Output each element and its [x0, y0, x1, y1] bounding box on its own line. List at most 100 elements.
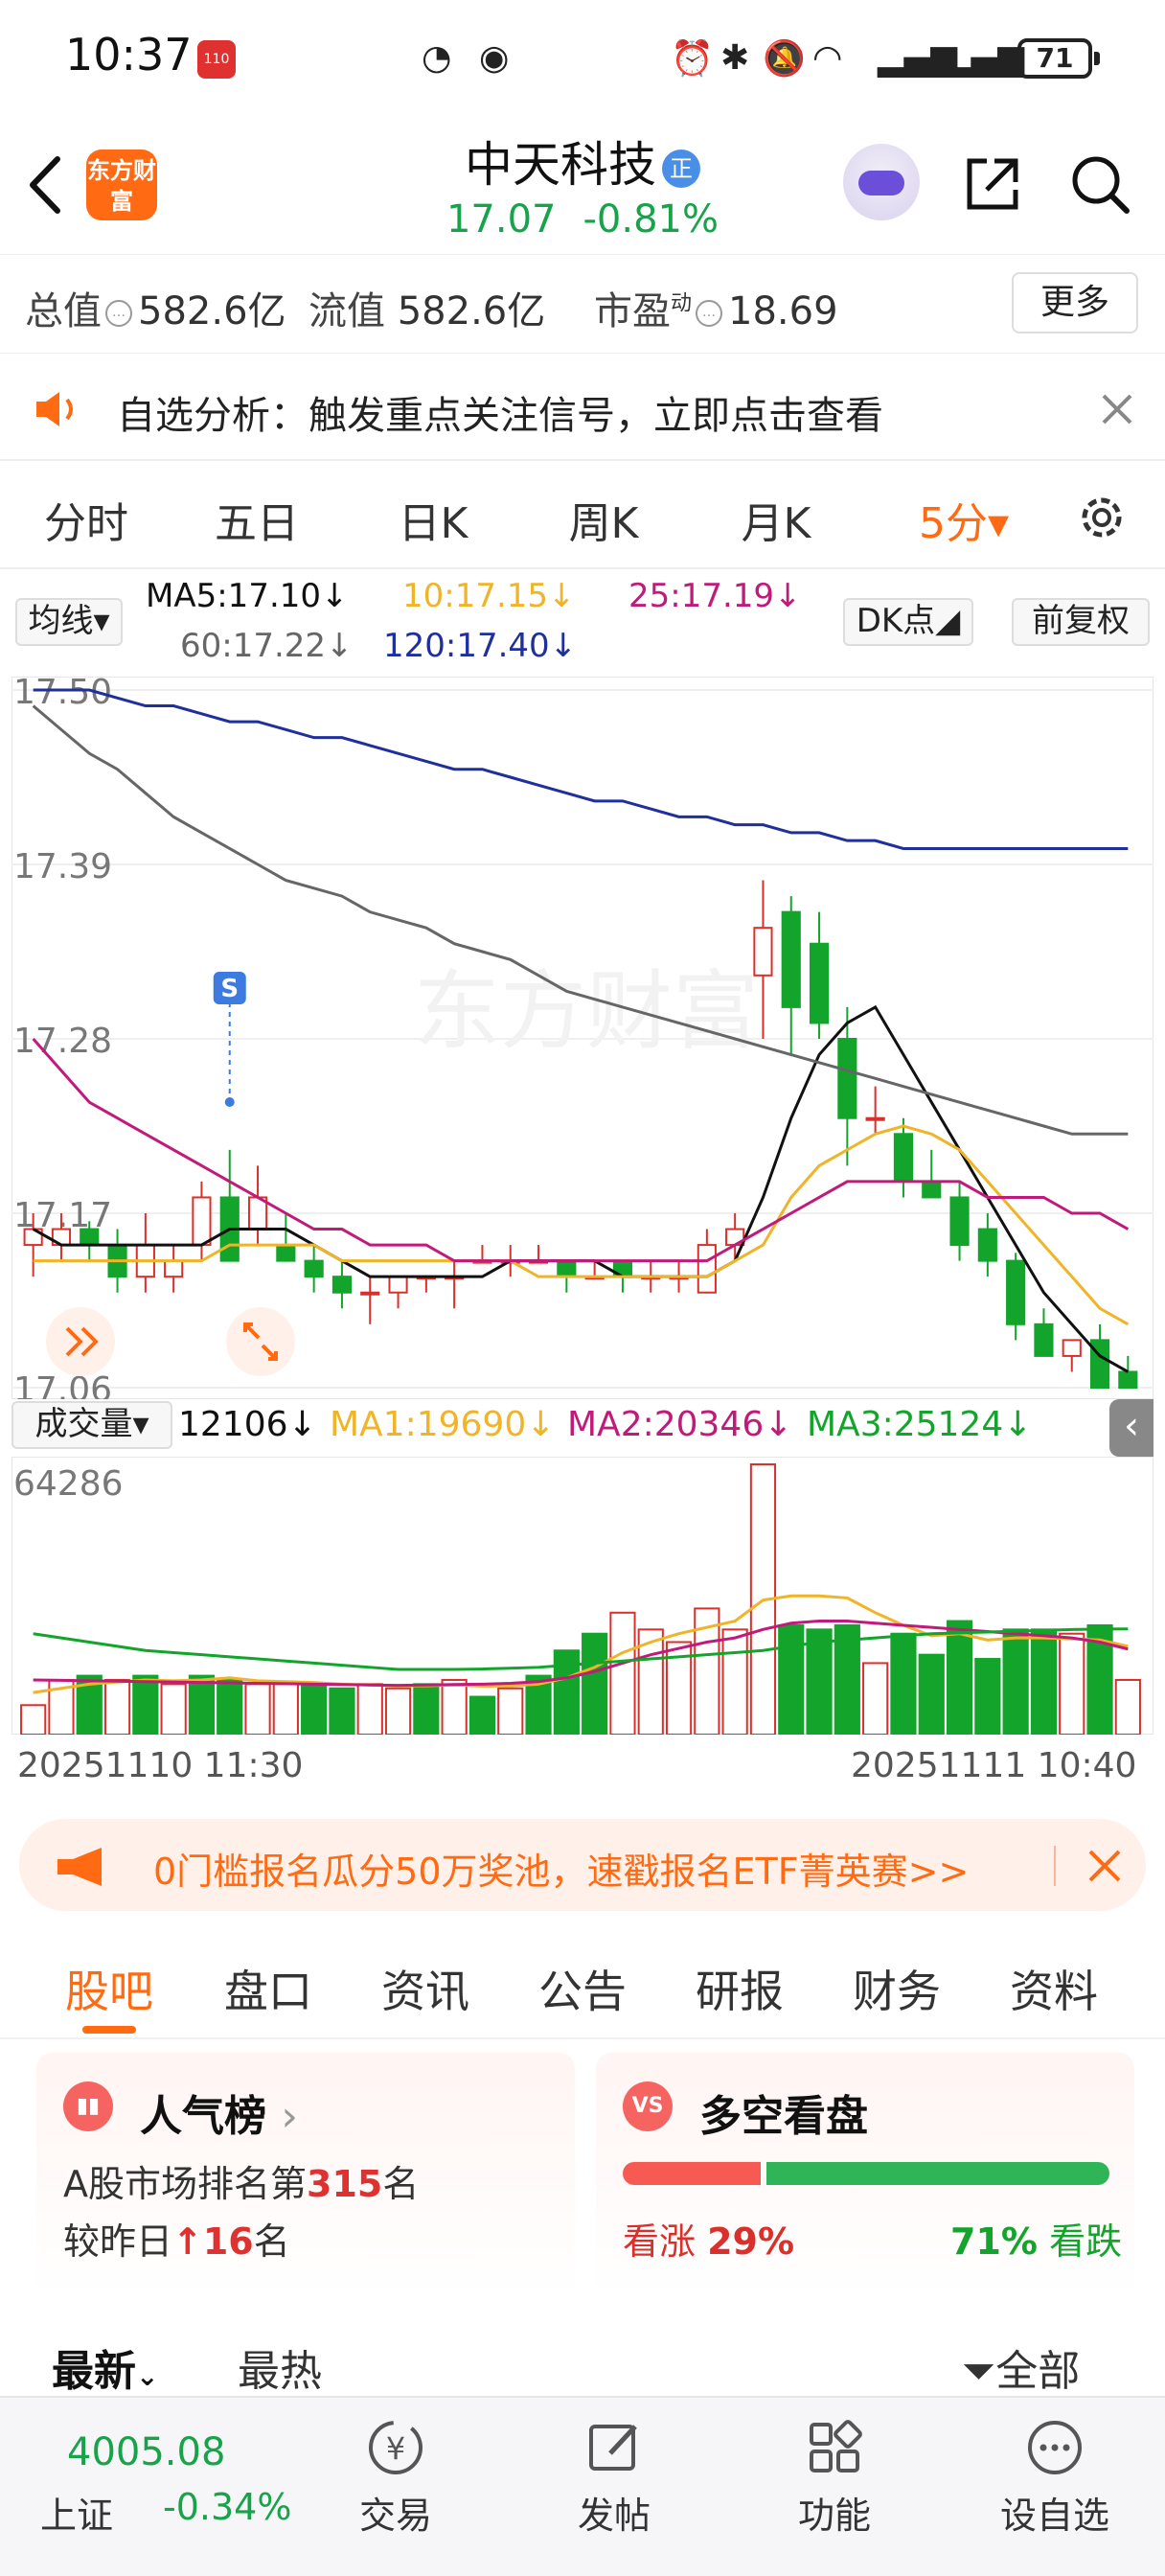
- battery-tip: [1094, 52, 1100, 65]
- status-bar: 10:37 110 ◔ ◉ ⏰ ✱ 🔕 ◠ ▂▄▆ ▂▄▆ 71: [0, 0, 1165, 115]
- more-button[interactable]: 更多: [1012, 272, 1138, 334]
- bullish-label: 看涨: [623, 2220, 697, 2263]
- candle-body: [1118, 1370, 1138, 1389]
- adjust-toggle[interactable]: 前复权: [1012, 598, 1150, 646]
- bluetooth-icon: ✱: [720, 38, 750, 78]
- volume-bar: [217, 1678, 243, 1735]
- wifi-icon: ◠: [812, 38, 843, 78]
- collapse-panel-button[interactable]: ‹: [1109, 1399, 1154, 1457]
- nav-add-watchlist-label: 设自选: [999, 2495, 1109, 2537]
- grid-icon: [810, 2420, 862, 2472]
- ma60-value: 60:17.22↓: [180, 627, 354, 665]
- bullish-bar: [623, 2162, 762, 2185]
- pe-label: 市盈: [594, 289, 671, 334]
- sentiment-title: 多空看盘: [699, 2092, 868, 2141]
- more-dots-icon: [1028, 2421, 1082, 2474]
- tab-announcements[interactable]: 公告: [515, 1957, 650, 2020]
- tab-5min[interactable]: 5分▾: [897, 489, 1031, 550]
- volume-bar: [272, 1683, 299, 1735]
- sentiment-card[interactable]: VS 多空看盘 看涨 29% 71% 看跌: [596, 2053, 1134, 2300]
- tab-finance[interactable]: 财务: [830, 1957, 964, 2020]
- volume-bar: [582, 1632, 608, 1735]
- chevron-right-icon: ›: [281, 2092, 298, 2141]
- nav-functions[interactable]: 功能: [763, 2417, 906, 2539]
- y-tick-label: 17.50: [13, 677, 112, 712]
- vol-ma1-value: MA1:19690↓: [330, 1405, 556, 1444]
- nav-trade[interactable]: ¥ 交易: [324, 2417, 468, 2539]
- s-marker-dot: [224, 1097, 235, 1107]
- end-date-label: 20251111 10:40: [851, 1746, 1137, 1785]
- rank-change-suffix: 名: [253, 2220, 290, 2263]
- popularity-title-text: 人气榜: [140, 2092, 266, 2141]
- ma-selector[interactable]: 均线▾: [15, 598, 123, 646]
- info-icon[interactable]: …: [105, 300, 132, 327]
- analysis-notice[interactable]: 自选分析：触发重点关注信号，立即点击查看: [0, 354, 1165, 461]
- volume-bar: [721, 1628, 748, 1735]
- volume-selector[interactable]: 成交量▾: [11, 1401, 172, 1449]
- nav-add-watchlist[interactable]: 设自选: [983, 2417, 1127, 2539]
- bearish-bar: [766, 2162, 1109, 2185]
- gear-icon[interactable]: [1073, 489, 1131, 546]
- index-change: -0.34%: [163, 2486, 292, 2528]
- pe-ratio: 市盈动… 18.69: [594, 280, 838, 335]
- y-tick-label: 17.06: [13, 1370, 112, 1399]
- sort-latest[interactable]: 最新⌄: [52, 2336, 158, 2398]
- volume-bar: [946, 1620, 973, 1735]
- tab-profile[interactable]: 资料: [987, 1957, 1121, 2020]
- filter-all[interactable]: ⏷全部: [962, 2336, 1080, 2398]
- volume-bar: [301, 1683, 328, 1735]
- tab-monthly-k[interactable]: 月K: [709, 489, 843, 550]
- sort-hot[interactable]: 最热: [238, 2336, 322, 2398]
- start-date-label: 20251110 11:30: [17, 1746, 304, 1785]
- stock-change-pct: -0.81%: [582, 197, 720, 242]
- nav-post[interactable]: 发帖: [542, 2417, 686, 2539]
- search-icon[interactable]: [1065, 150, 1134, 218]
- valuation-bar: 总值… 582.6亿 流值 582.6亿 市盈动… 18.69 更多: [0, 254, 1165, 354]
- ma10-value: 10:17.15↓: [402, 577, 576, 615]
- volume-chart[interactable]: 64286: [11, 1457, 1154, 1735]
- promo-close-icon[interactable]: [1085, 1846, 1125, 1886]
- promo-divider: [1054, 1846, 1056, 1886]
- close-icon[interactable]: [1096, 388, 1138, 430]
- tab-news[interactable]: 资讯: [358, 1957, 492, 2020]
- volume-bar: [160, 1683, 187, 1735]
- tab-guba[interactable]: 股吧: [42, 1957, 176, 2020]
- tab-daily-k[interactable]: 日K: [366, 489, 500, 550]
- candle-body: [1034, 1322, 1054, 1357]
- rank-change-value: 16: [202, 2220, 254, 2263]
- candle-body: [977, 1228, 997, 1262]
- ma25-value: 25:17.19↓: [628, 577, 802, 615]
- kline-chart[interactable]: 17.5017.3917.2817.1717.06东方财富S: [11, 677, 1154, 1399]
- tab-intraday[interactable]: 分时: [19, 489, 153, 550]
- tab-research[interactable]: 研报: [673, 1957, 807, 2020]
- candle-body: [753, 927, 773, 977]
- float-value: 流值 582.6亿: [308, 280, 545, 335]
- volume-bar: [918, 1653, 945, 1735]
- candle-body: [865, 1116, 885, 1121]
- notice-text: 自选分析：触发重点关注信号，立即点击查看: [117, 394, 883, 438]
- volume-legend: 成交量▾ 12106↓ MA1:19690↓ MA2:20346↓ MA3:25…: [0, 1399, 1165, 1457]
- dk-point-toggle[interactable]: DK点◢: [843, 598, 973, 646]
- eye-icon: ◉: [479, 38, 510, 78]
- tab-five-day[interactable]: 五日: [190, 489, 324, 550]
- info-icon[interactable]: …: [696, 300, 723, 327]
- popularity-card[interactable]: ▮▮ 人气榜 › A股市场排名第315名 较昨日↑16名: [36, 2053, 575, 2300]
- candle-body: [164, 1259, 184, 1278]
- volume-bar: [20, 1704, 47, 1735]
- ai-assistant-icon[interactable]: [843, 144, 920, 220]
- tab-weekly-k[interactable]: 周K: [537, 489, 671, 550]
- volume-bar: [778, 1623, 805, 1735]
- data-saver-icon: ◔: [422, 38, 452, 78]
- sort-latest-label: 最新: [52, 2347, 136, 2396]
- pe-sup: 动: [671, 291, 693, 316]
- volume-bar: [1002, 1628, 1029, 1735]
- rank-change-line: 较昨日↑16名: [63, 2212, 290, 2265]
- candle-body: [697, 1244, 717, 1294]
- ma120-value: 120:17.40↓: [383, 627, 578, 665]
- candle-body: [922, 1180, 942, 1199]
- index-name: 上证: [40, 2495, 114, 2537]
- share-icon[interactable]: [958, 150, 1027, 218]
- tab-pankou[interactable]: 盘口: [201, 1957, 335, 2020]
- promo-banner[interactable]: 0门槛报名瓜分50万奖池，速戳报名ETF菁英赛>>: [19, 1819, 1146, 1911]
- volume-bar: [356, 1683, 383, 1735]
